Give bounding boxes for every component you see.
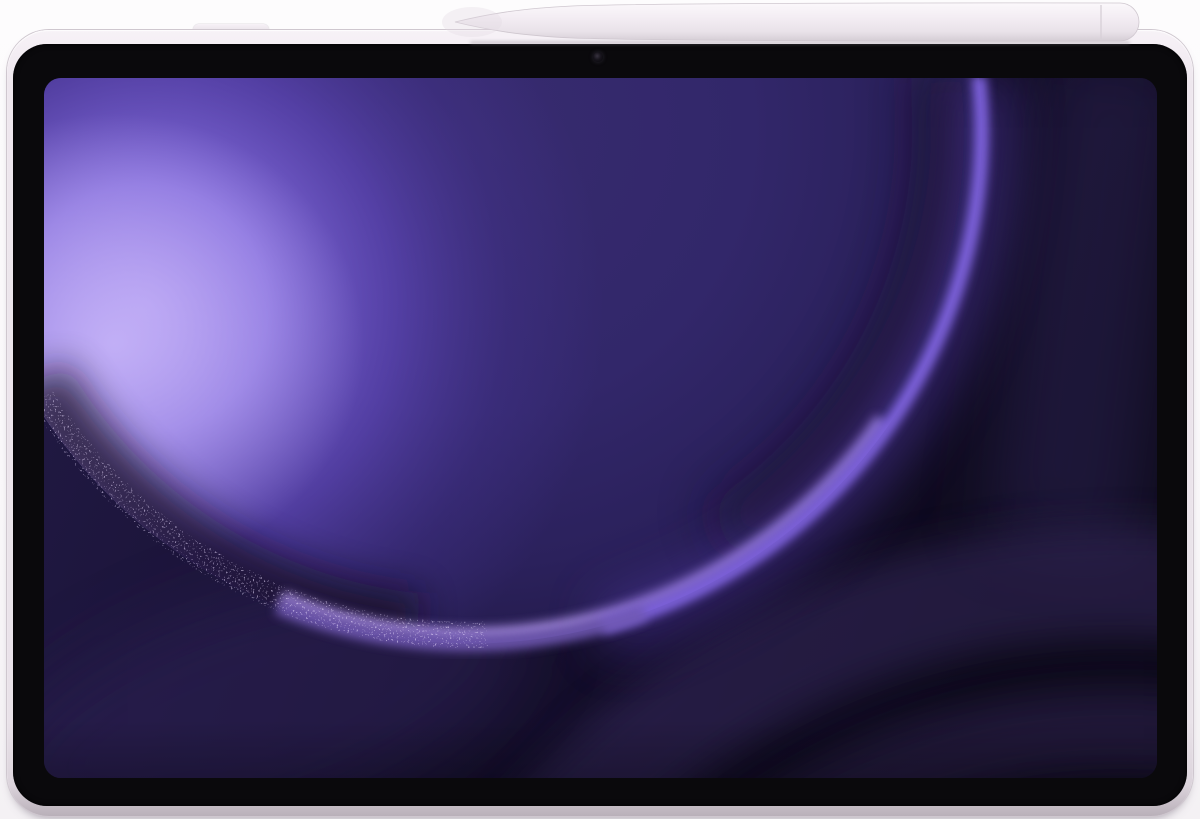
tablet-screen [44,78,1157,778]
product-photo [0,0,1200,819]
pen-body [455,3,1139,41]
s-pen-stylus [0,0,1200,48]
tablet-bezel [13,44,1187,806]
pen-tip [442,7,502,37]
tablet-device [7,30,1193,816]
wallpaper-abstract-circles [44,78,1157,778]
front-camera-icon [593,52,603,62]
